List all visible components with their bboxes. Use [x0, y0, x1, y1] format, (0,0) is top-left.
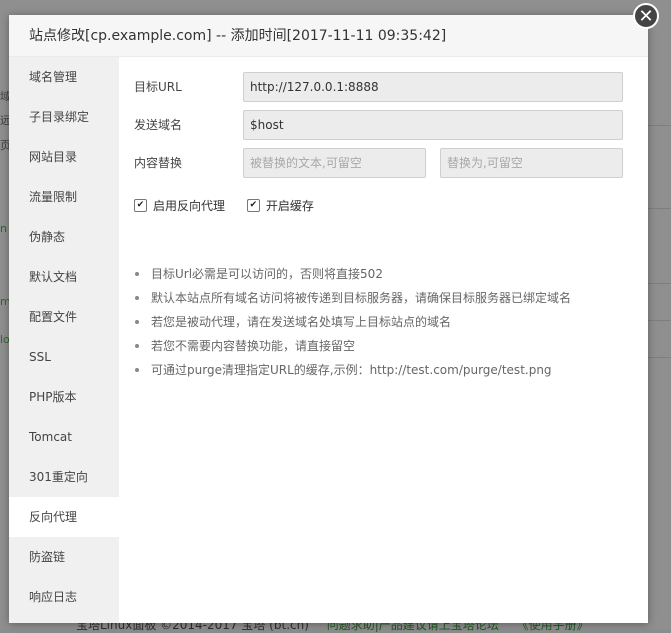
sidebar-item[interactable]: Tomcat — [9, 417, 119, 457]
content-replace-row: 内容替换 — [134, 148, 624, 178]
close-icon[interactable]: ✕ — [633, 3, 659, 29]
enable-proxy-label: 启用反向代理 — [153, 199, 226, 213]
target-url-row: 目标URL — [134, 72, 624, 102]
help-tips-list: 目标Url必需是可以访问的，否则将直接502 默认本站点所有域名访问将被传递到目… — [134, 262, 571, 382]
replace-from-input[interactable] — [243, 148, 426, 178]
checkmark-icon: ✔ — [134, 199, 147, 212]
sidebar-item[interactable]: 反向代理 — [9, 497, 119, 537]
background-text: n — [0, 222, 7, 235]
sidebar-item[interactable]: 配置文件 — [9, 297, 119, 337]
reverse-proxy-panel: 目标URL 发送域名 内容替换 ✔ 启用反向代理 ✔ 开启缓存 目标Url必需是… — [119, 57, 648, 623]
help-tip: 若您不需要内容替换功能，请直接留空 — [134, 334, 571, 358]
sidebar-item[interactable]: 防盗链 — [9, 537, 119, 577]
background-divider — [647, 125, 671, 126]
enable-cache-label: 开启缓存 — [265, 199, 314, 213]
send-domain-input[interactable] — [243, 110, 623, 140]
enable-cache-checkbox[interactable]: ✔ 开启缓存 — [246, 197, 314, 214]
sidebar-item[interactable]: 响应日志 — [9, 577, 119, 617]
dialog-title: 站点修改[cp.example.com] -- 添加时间[2017-11-11 … — [9, 15, 648, 57]
background-divider — [647, 283, 671, 284]
sidebar-item[interactable]: 网站目录 — [9, 137, 119, 177]
send-domain-label: 发送域名 — [134, 118, 183, 132]
background-divider — [647, 357, 671, 358]
target-url-input[interactable] — [243, 72, 623, 102]
sidebar-item[interactable]: 301重定向 — [9, 457, 119, 497]
help-tip: 若您是被动代理，请在发送域名处填写上目标站点的域名 — [134, 310, 571, 334]
sidebar-item[interactable]: 子目录绑定 — [9, 97, 119, 137]
enable-proxy-checkbox[interactable]: ✔ 启用反向代理 — [134, 197, 225, 214]
send-domain-row: 发送域名 — [134, 110, 624, 140]
help-tip: 目标Url必需是可以访问的，否则将直接502 — [134, 262, 571, 286]
sidebar-item[interactable]: 流量限制 — [9, 177, 119, 217]
sidebar-item[interactable]: PHP版本 — [9, 377, 119, 417]
background-divider — [647, 208, 671, 209]
sidebar-item[interactable]: 伪静态 — [9, 217, 119, 257]
sidebar-item[interactable]: 域名管理 — [9, 57, 119, 97]
sidebar-item[interactable]: SSL — [9, 337, 119, 377]
help-tip: 默认本站点所有域名访问将被传递到目标服务器，请确保目标服务器已绑定域名 — [134, 286, 571, 310]
dialog-sidebar: 域名管理 子目录绑定 网站目录 流量限制 伪静态 默认文档 配置文件 SSL PHP版本 Tomc… — [9, 57, 119, 623]
site-edit-dialog: 站点修改[cp.example.com] -- 添加时间[2017-11-11 … — [9, 15, 648, 623]
replace-to-input[interactable] — [440, 148, 623, 178]
sidebar-item[interactable]: 默认文档 — [9, 257, 119, 297]
checkmark-icon: ✔ — [246, 199, 260, 212]
background-divider — [647, 320, 671, 321]
content-replace-label: 内容替换 — [134, 156, 183, 170]
target-url-label: 目标URL — [134, 80, 182, 94]
proxy-options: ✔ 启用反向代理 ✔ 开启缓存 — [134, 196, 332, 216]
help-tip: 可通过purge清理指定URL的缓存,示例：http://test.com/pu… — [134, 358, 571, 382]
